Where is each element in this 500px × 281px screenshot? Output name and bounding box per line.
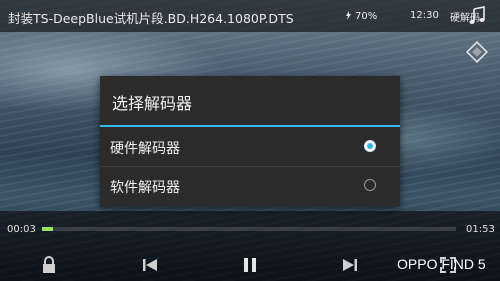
next-icon[interactable] — [342, 257, 358, 273]
music-icon[interactable] — [467, 6, 487, 26]
lock-icon[interactable] — [41, 256, 57, 274]
progress-bar[interactable] — [42, 227, 456, 231]
option-software-decoder[interactable]: 软件解码器 — [100, 166, 400, 205]
battery-icon — [346, 11, 351, 20]
pause-icon[interactable] — [242, 257, 258, 273]
option-hardware-decoder[interactable]: 硬件解码器 — [100, 128, 400, 166]
battery-level: 70% — [355, 11, 378, 22]
battery-status: 70% — [346, 10, 377, 22]
dialog-title: 选择解码器 — [112, 94, 193, 113]
top-bar: 封装TS-DeepBlue试机片段.BD.H264.1080P.DTS 70% … — [0, 0, 500, 32]
clock: 12:30 — [410, 10, 439, 21]
decoder-dialog: 选择解码器 硬件解码器 软件解码器 — [100, 76, 400, 207]
device-watermark: OPPO FIND 5 — [397, 256, 486, 272]
option-label: 硬件解码器 — [110, 141, 180, 157]
rotate-icon[interactable] — [464, 39, 490, 65]
dialog-divider — [100, 125, 400, 127]
elapsed-time: 00:03 — [7, 224, 36, 235]
video-title: 封装TS-DeepBlue试机片段.BD.H264.1080P.DTS — [8, 11, 294, 26]
radio-unselected-icon[interactable] — [364, 179, 376, 191]
radio-selected-icon[interactable] — [364, 140, 376, 152]
option-label: 软件解码器 — [110, 180, 180, 196]
progress-fill — [42, 227, 54, 231]
previous-icon[interactable] — [142, 257, 158, 273]
total-time: 01:53 — [466, 224, 495, 235]
